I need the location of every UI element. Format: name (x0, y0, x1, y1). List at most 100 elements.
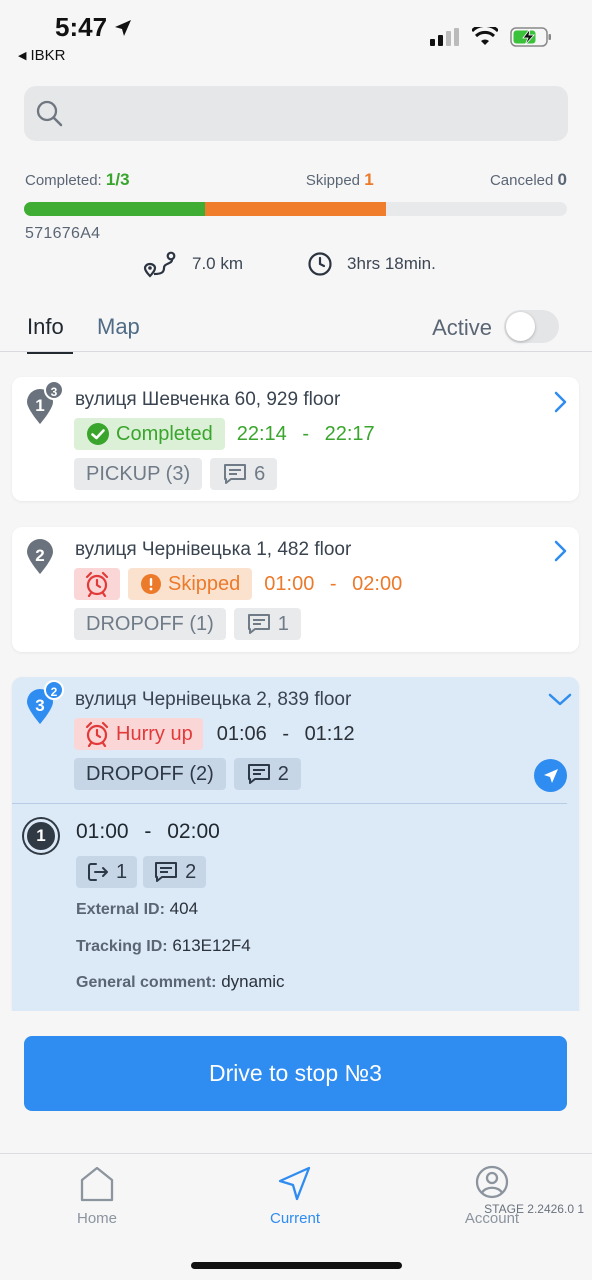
stop-address: вулиця Чернівецька 1, 482 floor (75, 539, 352, 560)
navigation-arrow-icon (543, 768, 558, 783)
time-to: 22:17 (324, 422, 375, 445)
view-tabs: Info Map Active (0, 302, 592, 354)
comments-badge: 1 (233, 608, 301, 640)
chevron-right-icon[interactable] (551, 539, 569, 563)
active-toggle[interactable] (504, 310, 559, 343)
stop-card-1[interactable]: 1 3 вулиця Шевченка 60, 929 floor Comple… (12, 377, 579, 501)
alarm-clock-icon (85, 721, 109, 747)
time-separator: - (144, 820, 152, 843)
chevron-right-icon[interactable] (551, 390, 569, 414)
tracking-id-row: Tracking ID: 613E12F4 (76, 936, 251, 956)
tab-current[interactable]: Current (235, 1164, 355, 1227)
tab-current-label: Current (269, 1210, 321, 1227)
status-text: Skipped (168, 572, 241, 595)
location-arrow-icon (115, 19, 132, 36)
stop-time-window: 22:14 - 22:17 (237, 423, 375, 446)
order-number-badge: 1 (24, 819, 58, 853)
tab-home[interactable]: Home (37, 1164, 157, 1227)
drive-to-stop-button[interactable]: Drive to stop №3 (24, 1036, 567, 1111)
tracking-id-value: 613E12F4 (172, 936, 251, 955)
order-time-from: 01:00 (76, 820, 129, 843)
navigation-arrow-icon (278, 1166, 311, 1201)
status-text: Completed (116, 422, 213, 445)
stop-status-row: Skipped 01:00 - 02:00 (74, 568, 402, 600)
comment-icon (247, 614, 270, 634)
stop-number: 2 (35, 546, 45, 565)
comment-icon (247, 764, 270, 784)
order-time-window: 01:00 - 02:00 (76, 820, 220, 844)
stop-pin-2: 2 (26, 539, 54, 580)
progress-bar (24, 202, 567, 216)
alert-circle-icon (141, 574, 161, 594)
stop-card-2[interactable]: 2 вулиця Чернівецька 1, 482 floor Skippe… (12, 527, 579, 652)
status-badge: Hurry up (74, 718, 203, 750)
order-items-badge: 1 (76, 856, 138, 888)
progress-summary: Completed: 1/3 Skipped 1 Canceled 0 (25, 170, 567, 190)
clock-text: 5:47 (55, 12, 108, 42)
comments-count: 6 (254, 462, 266, 485)
skipped-label: Skipped (305, 172, 361, 189)
active-toggle-label: Active (432, 315, 492, 340)
comment-icon (224, 464, 247, 484)
route-icon (143, 251, 176, 278)
stop-address: вулиця Чернівецька 2, 839 floor (75, 689, 352, 710)
status-badge: Skipped (128, 568, 253, 600)
time-from: 22:14 (236, 422, 287, 445)
tracking-id-label: Tracking ID: (76, 938, 168, 955)
comment-icon (155, 862, 178, 882)
stop-pin-3: 3 2 (26, 680, 64, 730)
home-indicator (191, 1262, 402, 1269)
wifi-icon (472, 27, 498, 45)
skipped-count: Skipped 1 (306, 170, 374, 190)
late-alarm-badge (74, 568, 120, 600)
stop-address: вулиця Шевченка 60, 929 floor (75, 389, 341, 410)
status-bar: 5:47 ◀ IBKR (0, 0, 592, 72)
comments-count: 2 (277, 762, 289, 785)
stop-type-badge: PICKUP (3) (74, 458, 203, 490)
order-count-badge: 3 (44, 380, 64, 400)
completed-value: 1/3 (105, 170, 130, 189)
distance-value: 7.0 km (192, 254, 244, 273)
skipped-value: 1 (364, 170, 374, 189)
system-icons (430, 26, 552, 48)
general-comment-value: dynamic (221, 972, 285, 991)
search-bar[interactable] (24, 86, 568, 141)
stop-status-row: Completed 22:14 - 22:17 (74, 418, 375, 450)
distance-metric: 7.0 km (142, 250, 243, 278)
time-from: 01:06 (216, 722, 267, 745)
tab-account[interactable]: Account (432, 1164, 552, 1227)
tab-home-label: Home (76, 1210, 117, 1227)
status-text: Hurry up (116, 722, 193, 745)
comments-badge: 2 (233, 758, 301, 790)
action-area: Drive to stop №3 (0, 1011, 592, 1153)
route-metrics: 7.0 km 3hrs 18min. (142, 250, 436, 278)
battery-charging-icon (510, 27, 551, 47)
order-count-badge: 2 (44, 680, 64, 700)
check-circle-icon (87, 423, 109, 445)
stop-time-window: 01:00 - 02:00 (264, 573, 402, 596)
stop-status-row: Hurry up 01:06 - 01:12 (74, 718, 355, 750)
order-meta-row: 1 2 (76, 856, 207, 888)
back-to-app-link[interactable]: ◀ IBKR (18, 47, 65, 64)
chevron-down-icon[interactable] (547, 689, 573, 709)
duration-value: 3hrs 18min. (347, 254, 436, 273)
general-comment-row: General comment: dynamic (76, 972, 285, 992)
cellular-signal-icon (430, 28, 459, 46)
time-from: 01:00 (264, 572, 315, 595)
stop-meta-row: DROPOFF (2) 2 (74, 758, 301, 790)
tab-map[interactable]: Map (97, 314, 140, 340)
canceled-count: Canceled 0 (490, 170, 567, 190)
stop-meta-row: PICKUP (3) 6 (74, 458, 278, 490)
toggle-knob (506, 312, 535, 341)
order-comments-badge: 2 (143, 856, 207, 888)
navigate-button[interactable] (534, 759, 567, 792)
build-version: STAGE 2.2426.0 1 (484, 1202, 584, 1216)
tab-info[interactable]: Info (27, 314, 73, 354)
route-id: 571676A4 (25, 225, 101, 242)
stop-meta-row: DROPOFF (1) 1 (74, 608, 301, 640)
completed-label: Completed: (25, 172, 102, 189)
stop-card-3[interactable]: 3 2 вулиця Чернівецька 2, 839 floor Hurr… (12, 677, 579, 1011)
time-to: 01:12 (304, 722, 355, 745)
completed-count: Completed: 1/3 (25, 170, 130, 190)
search-icon (36, 100, 63, 127)
